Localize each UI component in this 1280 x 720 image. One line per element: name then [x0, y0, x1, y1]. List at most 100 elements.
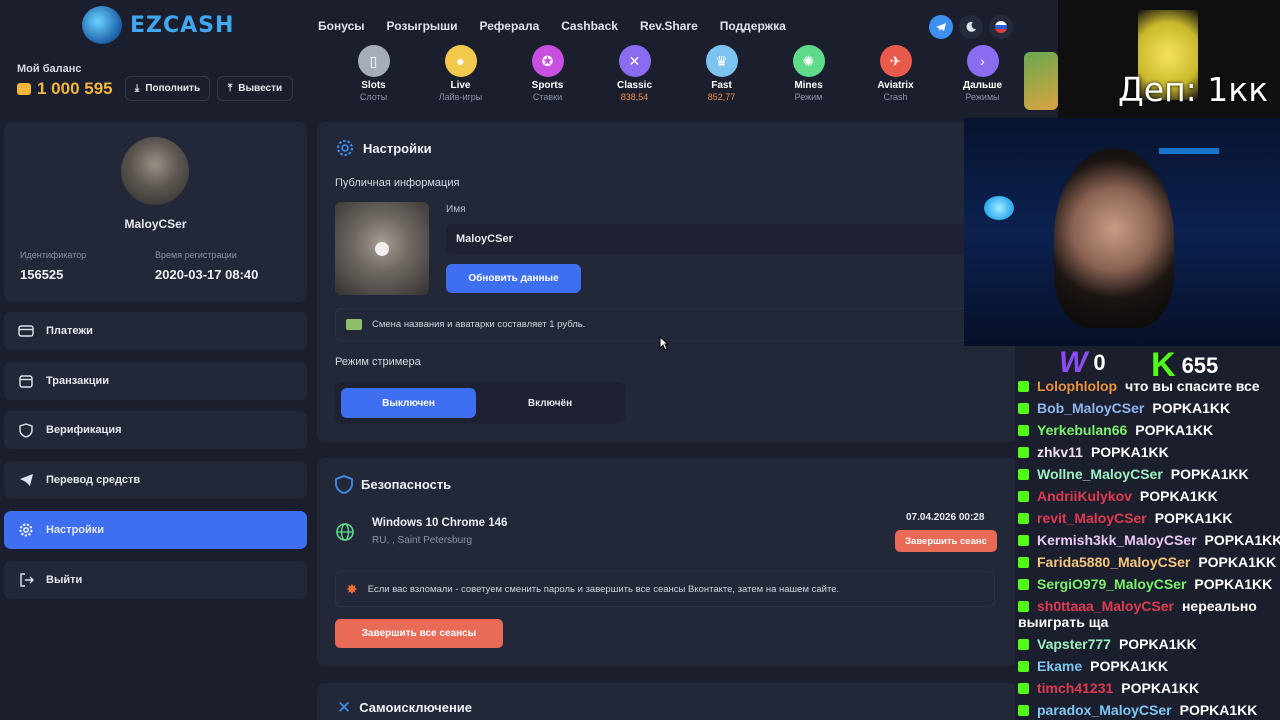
- game-name: Slots: [361, 80, 386, 91]
- chat-message: revit_MaloyCSer POPKA1KK: [1018, 510, 1233, 526]
- games-strip: ▯ Slots Слоты ● Live Лайв-игры ✪ Sports Ставки ✕ C…: [330, 45, 1026, 102]
- sidebar-item-label: Выйти: [46, 574, 83, 586]
- reg-label: Время регистрации: [155, 250, 237, 260]
- deposit-label: Пополнить: [145, 83, 201, 94]
- security-title: Безопасность: [335, 475, 451, 494]
- security-warning-text: Если вас взломали - советуем сменить пар…: [367, 583, 840, 595]
- streamer-off-option[interactable]: Выключен: [341, 388, 476, 418]
- chat-text: POPKA1KK: [1152, 400, 1231, 416]
- chat-text: что вы спасите все: [1125, 378, 1260, 394]
- sidebar-item-transfer[interactable]: Перевод средств: [4, 461, 307, 499]
- sidebar-item-label: Верификация: [46, 424, 122, 436]
- nav-revshare[interactable]: Rev.Share: [640, 19, 698, 33]
- chat-username[interactable]: Farida5880_MaloyCSer: [1037, 554, 1190, 570]
- cards-icon: ▯: [357, 45, 390, 77]
- game-name: Mines: [794, 80, 823, 91]
- k-count: 655: [1181, 352, 1219, 378]
- moon-icon[interactable]: [959, 15, 983, 39]
- sidebar-item-label: Перевод средств: [46, 474, 141, 486]
- chat-username[interactable]: paradox_MaloyCSer: [1037, 702, 1172, 718]
- chat-message: Farida5880_MaloyCSer POPKA1KK: [1018, 554, 1276, 570]
- sidebar-item-logout[interactable]: Выйти: [4, 561, 307, 599]
- nav-bonuses[interactable]: Бонусы: [318, 19, 365, 33]
- sidebar-item-label: Транзакции: [46, 375, 110, 387]
- nav-cashback[interactable]: Cashback: [561, 19, 618, 33]
- gear-icon: [18, 522, 34, 538]
- avatar-upload[interactable]: [335, 202, 429, 295]
- sidebar-item-label: Платежи: [46, 325, 93, 337]
- game-дальше[interactable]: › Дальше Режимы: [939, 45, 1026, 102]
- game-slots[interactable]: ▯ Slots Слоты: [330, 45, 417, 102]
- w-count: 0: [1093, 350, 1106, 375]
- promo-banner[interactable]: [1024, 52, 1058, 110]
- game-aviatrix[interactable]: ✈ Aviatrix Crash: [852, 45, 939, 102]
- game-name: Classic: [616, 80, 653, 91]
- chat-username[interactable]: AndriiKulykov: [1037, 488, 1132, 504]
- chat-text: POPKA1KK: [1090, 658, 1168, 674]
- chat-username[interactable]: timch41231: [1037, 680, 1113, 696]
- webcam-streamer: [964, 118, 1280, 346]
- chat-username[interactable]: Kermish3kk_MaloyCSer: [1037, 532, 1197, 548]
- game-mines[interactable]: ✺ Mines Режим: [765, 45, 852, 102]
- gear-icon: [337, 140, 353, 156]
- chat-text: POPKA1KK: [1118, 636, 1197, 652]
- chat-username[interactable]: Lolophlolop: [1037, 378, 1117, 394]
- chat-message: paradox_MaloyCSer POPKA1KK: [1018, 702, 1257, 718]
- logo[interactable]: EZCASH: [82, 6, 234, 44]
- deposit-button[interactable]: ⤓ Пополнить: [125, 76, 210, 101]
- chat-text: POPKA1KK: [1139, 488, 1218, 504]
- name-field[interactable]: MaloyCSer: [446, 224, 1006, 254]
- rename-note-text: Смена названия и аватарки составляет 1 р…: [372, 319, 586, 330]
- chat-username[interactable]: sh0ttaaa_MaloyCSer: [1037, 598, 1174, 614]
- streamer-mode-title: Режим стримера: [335, 356, 421, 368]
- chat-message: Lolophlolop что вы спасите все: [1018, 378, 1260, 394]
- game-sub: Лайв-игры: [438, 92, 483, 102]
- game-sub: Crash: [883, 92, 908, 102]
- chat-username[interactable]: Yerkebulan66: [1037, 422, 1127, 438]
- end-session-button[interactable]: Завершить сеанс: [895, 530, 997, 552]
- upload-icon: [375, 242, 389, 256]
- mine-icon: ✺: [792, 45, 825, 77]
- nav-support[interactable]: Поддержка: [720, 19, 786, 33]
- chat-username[interactable]: Ekame: [1037, 658, 1082, 674]
- avatar: [121, 137, 189, 205]
- game-name: Sports: [531, 80, 564, 91]
- nav-giveaways[interactable]: Розыгрыши: [387, 19, 458, 33]
- sidebar-item-label: Настройки: [46, 524, 105, 536]
- game-sports[interactable]: ✪ Sports Ставки: [504, 45, 591, 102]
- game-name: Fast: [711, 80, 732, 91]
- game-live[interactable]: ● Live Лайв-игры: [417, 45, 504, 102]
- chat-username[interactable]: Wollne_MaloyCSer: [1037, 466, 1163, 482]
- chat-message: timch41231 POPKA1KK: [1018, 680, 1199, 696]
- telegram-icon[interactable]: [929, 15, 953, 39]
- update-data-button[interactable]: Обновить данные: [446, 264, 581, 293]
- chat-message: zhkv11 POPKA1KK: [1018, 444, 1169, 460]
- sidebar-item-settings[interactable]: Настройки: [4, 511, 307, 549]
- game-fast[interactable]: ♛ Fast 852,77: [678, 45, 765, 102]
- chat-message: Kermish3kk_MaloyCSer POPKA1KK: [1018, 532, 1280, 548]
- withdraw-button[interactable]: ⤒ Вывести: [217, 76, 293, 101]
- session-date: 07.04.2026 00:28: [906, 512, 985, 523]
- settings-title: Настройки: [335, 138, 432, 158]
- kick-badge-icon: [1018, 424, 1029, 436]
- coins-icon: [17, 83, 31, 95]
- logo-fish-icon: [82, 6, 122, 44]
- game-classic[interactable]: ✕ Classic 838,54: [591, 45, 678, 102]
- chat-username[interactable]: revit_MaloyCSer: [1037, 510, 1147, 526]
- chat-username[interactable]: Bob_MaloyCSer: [1037, 400, 1144, 416]
- chat-username[interactable]: zhkv11: [1037, 444, 1083, 460]
- sidebar-item-verification[interactable]: Верификация: [4, 411, 307, 449]
- chat-username[interactable]: SergiO979_MaloyCSer: [1037, 576, 1186, 592]
- game-sub: Слоты: [359, 92, 388, 102]
- chat-username[interactable]: Vapster777: [1037, 636, 1111, 652]
- swords-icon: ✕: [618, 45, 651, 77]
- end-all-sessions-button[interactable]: Завершить все сеансы: [335, 619, 503, 648]
- streamer-on-option[interactable]: Включён: [481, 388, 619, 418]
- chat-message: Vapster777 POPKA1KK: [1018, 636, 1197, 652]
- sidebar-item-transactions[interactable]: Транзакции: [4, 362, 307, 400]
- flag-ru-icon[interactable]: [989, 15, 1013, 39]
- sidebar-item-payments[interactable]: Платежи: [4, 312, 307, 350]
- nav-referral[interactable]: Реферала: [480, 19, 540, 33]
- shield-icon: [335, 475, 353, 494]
- explosion-icon: ✸: [346, 580, 358, 597]
